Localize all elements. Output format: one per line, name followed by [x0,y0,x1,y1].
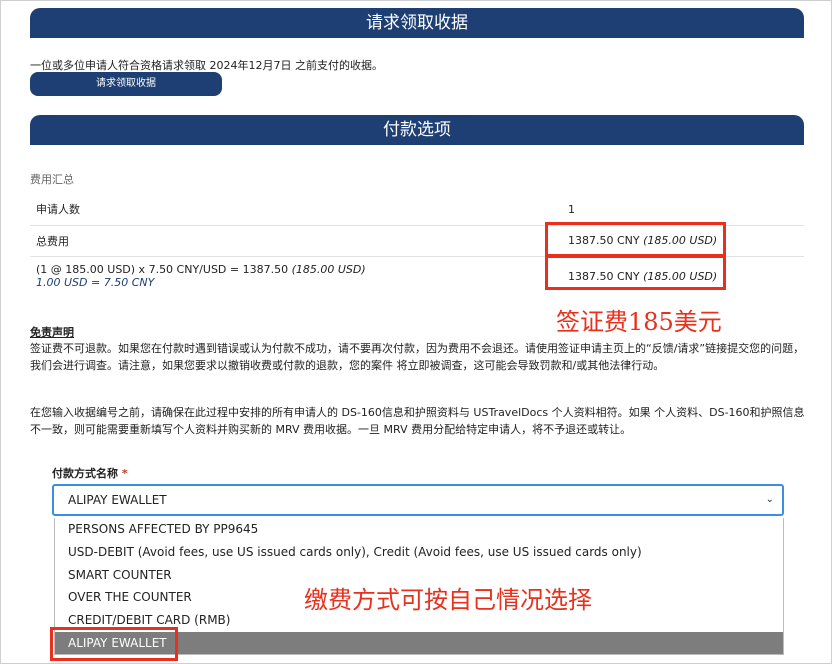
disclaimer-text: 签证费不可退款。如果您在付款时遇到错误或认为付款不成功，请不要再次付款，因为费用… [30,342,805,372]
annotation-visa-fee: 签证费185美元 [556,308,722,336]
calculation-text: (1 @ 185.00 USD) x 7.50 CNY/USD = 1387.5… [36,263,289,277]
payment-option[interactable]: PERSONS AFFECTED BY PP9645 [55,518,783,540]
disclaimer-title: 免责声明 [30,326,74,339]
annotation-payment-choice: 缴费方式可按自己情况选择 [304,586,592,614]
section-header-payment-options: 付款选项 [30,115,804,145]
payment-method-selected: ALIPAY EWALLET [68,493,167,507]
payment-method-label: 付款方式名称 * [52,465,128,481]
calculation-cell: (1 @ 185.00 USD) x 7.50 CNY/USD = 1387.5… [30,256,562,296]
annotation-box-total [545,222,726,257]
table-row: 申请人数 1 [30,194,804,225]
required-mark: * [121,467,128,480]
annotation-box-calculation [545,255,726,290]
fee-summary-label: 费用汇总 [30,173,74,186]
claim-receipt-button[interactable]: 请求领取收据 [30,72,222,96]
receipt-notice-text: 在您输入收据编号之前，请确保在此过程中安排的所有申请人的 DS-160信息和护照… [30,406,805,436]
payment-method-label-text: 付款方式名称 [52,467,118,480]
annotation-box-alipay [50,627,178,661]
total-fee-label: 总费用 [36,234,69,248]
applicants-label: 申请人数 [36,203,80,217]
payment-option[interactable]: USD-DEBIT (Avoid fees, use US issued car… [55,541,783,563]
payment-method-select[interactable]: ALIPAY EWALLET ⌄ [52,484,784,516]
section-header-claim-receipt: 请求领取收据 [30,8,804,38]
claim-intro-text: 一位或多位申请人符合资格请求领取 2024年12月7日 之前支付的收据。 [30,59,383,72]
calculation-usd: (185.00 USD) [291,263,366,277]
applicants-value: 1 [568,202,575,216]
exchange-rate: 1.00 USD = 7.50 CNY [36,276,155,290]
chevron-down-icon: ⌄ [765,494,774,505]
